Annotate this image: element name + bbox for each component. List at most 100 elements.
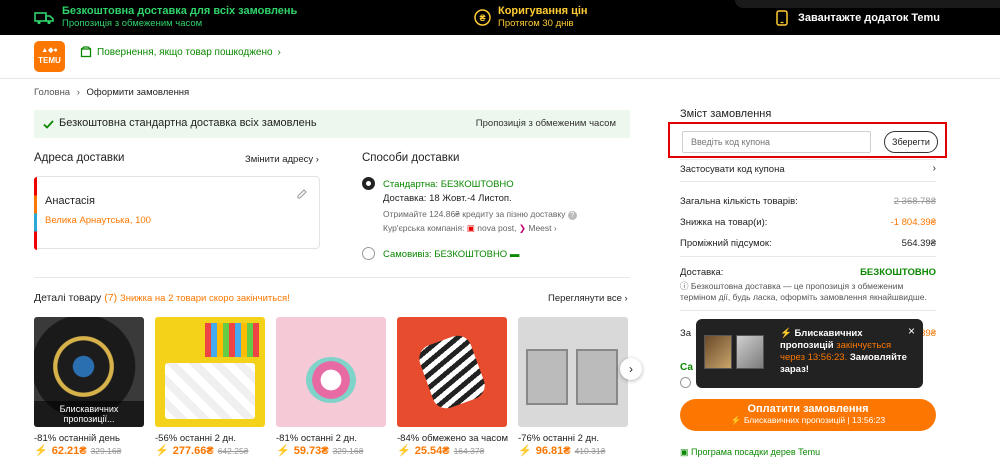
summary-title: Зміст замовлення	[680, 108, 772, 120]
price-adjust-sub: Протягом 30 днів	[498, 18, 574, 29]
pay-order-button[interactable]: Оплатити замовлення ⚡ Блискавичних пропо…	[680, 399, 936, 431]
product-image[interactable]	[276, 317, 386, 427]
flash-deal-tooltip: ⚡ Блискавичних пропозицій закінчується ч…	[696, 319, 923, 388]
coupon-input[interactable]	[682, 131, 871, 153]
subtotal-value: 564.39₴	[901, 238, 936, 249]
breadcrumb: Головна › Оформити замовлення	[34, 87, 189, 98]
price-current: 25.54₴	[414, 445, 450, 457]
product-image[interactable]	[518, 317, 628, 427]
product-discount-tag: -76% останні 2 дн.	[518, 433, 599, 444]
discount-value: -1 804.39₴	[890, 217, 936, 228]
price-current: 277.66₴	[172, 445, 214, 457]
free-shipping-banner: Безкоштовна стандартна доставка всіх зам…	[34, 110, 630, 138]
logo-mark-icon: ▲◆●	[41, 47, 58, 54]
chevron-right-icon: ›	[932, 163, 936, 174]
summary-divider	[680, 310, 936, 311]
price-tag-icon: ₴	[474, 9, 491, 26]
chevron-right-icon: ›	[624, 293, 628, 304]
edit-icon[interactable]	[297, 189, 307, 199]
chevron-right-icon: ›	[629, 362, 633, 376]
standard-value: БЕЗКОШТОВНО	[440, 179, 514, 190]
apply-coupon-link[interactable]: Застосувати код купона	[680, 164, 785, 175]
checkmark-icon	[43, 120, 54, 129]
address-card[interactable]: Анастасія Велика Арнаутська, 100	[34, 176, 320, 250]
lightning-icon: ⚡	[730, 415, 744, 425]
partial-label-2: Са	[680, 362, 693, 373]
price-current: 62.21₴	[51, 445, 87, 457]
store-icon: ▬	[509, 249, 520, 260]
pickup-radio[interactable]	[362, 247, 375, 260]
product-price: ⚡ 96.81₴ 410.31₴	[518, 444, 605, 457]
product-price: ⚡ 25.54₴ 164.37₴	[397, 444, 484, 457]
product-discount-tag: -81% останній день	[34, 433, 120, 444]
change-address-link[interactable]: Змінити адресу ›	[245, 154, 319, 165]
price-adjust-promo[interactable]: ₴ Коригування цін Протягом 30 днів	[474, 5, 588, 30]
free-shipping-title: Безкоштовна доставка для всіх замовлень	[62, 5, 298, 17]
tooltip-product-thumb	[704, 335, 732, 369]
standard-shipping-option[interactable]: Стандартна: БЕЗКОШТОВНО	[383, 179, 514, 190]
lightning-icon: ⚡	[155, 445, 169, 457]
products-promo: Знижка на 2 товари скоро закінчиться!	[120, 293, 290, 304]
banner-label: Безкоштовна стандартна доставка всіх зам…	[59, 117, 317, 129]
app-download-text: Завантажте додаток Temu	[798, 11, 940, 24]
shipping-value: БЕЗКОШТОВНО	[860, 267, 936, 278]
subtotal-label: Проміжний підсумок:	[680, 238, 772, 249]
shipping-note-text: Безкоштовна доставка — це пропозиція з о…	[680, 281, 927, 302]
option-radio[interactable]	[680, 377, 691, 388]
delivery-date: Доставка: 18 Жовт.-4 Листоп.	[383, 193, 512, 204]
nova-post-icon: ▣	[466, 223, 475, 233]
price-current: 96.81₴	[535, 445, 571, 457]
product-image[interactable]	[155, 317, 265, 427]
price-old: 164.37₴	[453, 446, 485, 456]
product-image[interactable]	[397, 317, 507, 427]
logo-text: TEMU	[38, 56, 61, 65]
info-icon: ⓘ	[680, 281, 689, 291]
price-current: 59.73₴	[293, 445, 329, 457]
lightning-icon: ⚡	[518, 445, 532, 457]
shipping-label: Доставка:	[680, 267, 724, 278]
close-icon[interactable]: ×	[908, 324, 915, 338]
tools-visual	[165, 363, 255, 419]
breadcrumb-current: Оформити замовлення	[86, 87, 190, 98]
partial-label-1: За	[680, 328, 692, 339]
price-old: 642.25₴	[217, 446, 249, 456]
total-items-value: 2 368.78₴	[893, 196, 936, 207]
product-discount-tag: -56% останні 2 дн.	[155, 433, 236, 444]
price-old: 410.31₴	[574, 446, 606, 456]
courier-meest: Meest	[528, 223, 552, 233]
pay-button-sub: ⚡ Блискавичних пропозицій | 13:56:23	[680, 415, 936, 426]
temu-logo[interactable]: ▲◆● TEMU	[34, 41, 65, 72]
info-icon[interactable]: ?	[567, 211, 577, 220]
free-shipping-sub: Пропозиція з обмеженим часом	[62, 18, 203, 29]
product-price: ⚡ 59.73₴ 329.16₴	[276, 444, 363, 457]
free-shipping-promo[interactable]: Безкоштовна доставка для всіх замовлень …	[34, 5, 297, 30]
lightning-icon: ⚡	[276, 445, 290, 457]
breadcrumb-home[interactable]: Головна	[34, 87, 70, 98]
canvas-visual	[526, 349, 568, 405]
return-note[interactable]: Повернення, якщо товар пошкоджено ›	[80, 46, 281, 58]
tree-program-link[interactable]: ▣ Програма посадки дерев Temu	[680, 447, 820, 458]
pay-button-label: Оплатити замовлення	[747, 403, 869, 415]
pickup-label: Самовивіз:	[383, 249, 432, 260]
pickup-option[interactable]: Самовивіз: БЕЗКОШТОВНО ▬	[383, 249, 519, 260]
pendant-visual	[306, 357, 356, 403]
site-header: ▲◆● TEMU Повернення, якщо товар пошкодже…	[0, 35, 1000, 79]
canvas-visual	[576, 349, 618, 405]
shipping-note: ⓘ Безкоштовна доставка — це пропозиція з…	[680, 281, 936, 303]
skeleton-hand-visual	[415, 331, 489, 413]
recipient-street: Велика Арнаутська, 100	[45, 215, 151, 226]
price-old: 329.16₴	[90, 446, 122, 456]
carousel-next-button[interactable]: ›	[620, 358, 642, 380]
product-image[interactable]: Блискавичних пропозиції...	[34, 317, 144, 427]
summary-divider	[680, 256, 936, 257]
summary-divider	[680, 159, 936, 160]
beads-visual	[205, 323, 259, 357]
flash-deal-overlay: Блискавичних пропозиції...	[34, 401, 144, 427]
view-all-link[interactable]: Переглянути все ›	[548, 293, 628, 304]
standard-shipping-radio[interactable]	[362, 177, 375, 190]
lightning-icon: ⚡	[34, 445, 48, 457]
app-download-link[interactable]: Завантажте додаток Temu	[776, 10, 940, 26]
couriers-row[interactable]: Кур'єрська компанія: ▣ nova post, ❯ Mees…	[383, 223, 557, 234]
products-count: (7)	[104, 292, 118, 304]
coupon-save-button[interactable]: Зберегти	[884, 131, 938, 153]
